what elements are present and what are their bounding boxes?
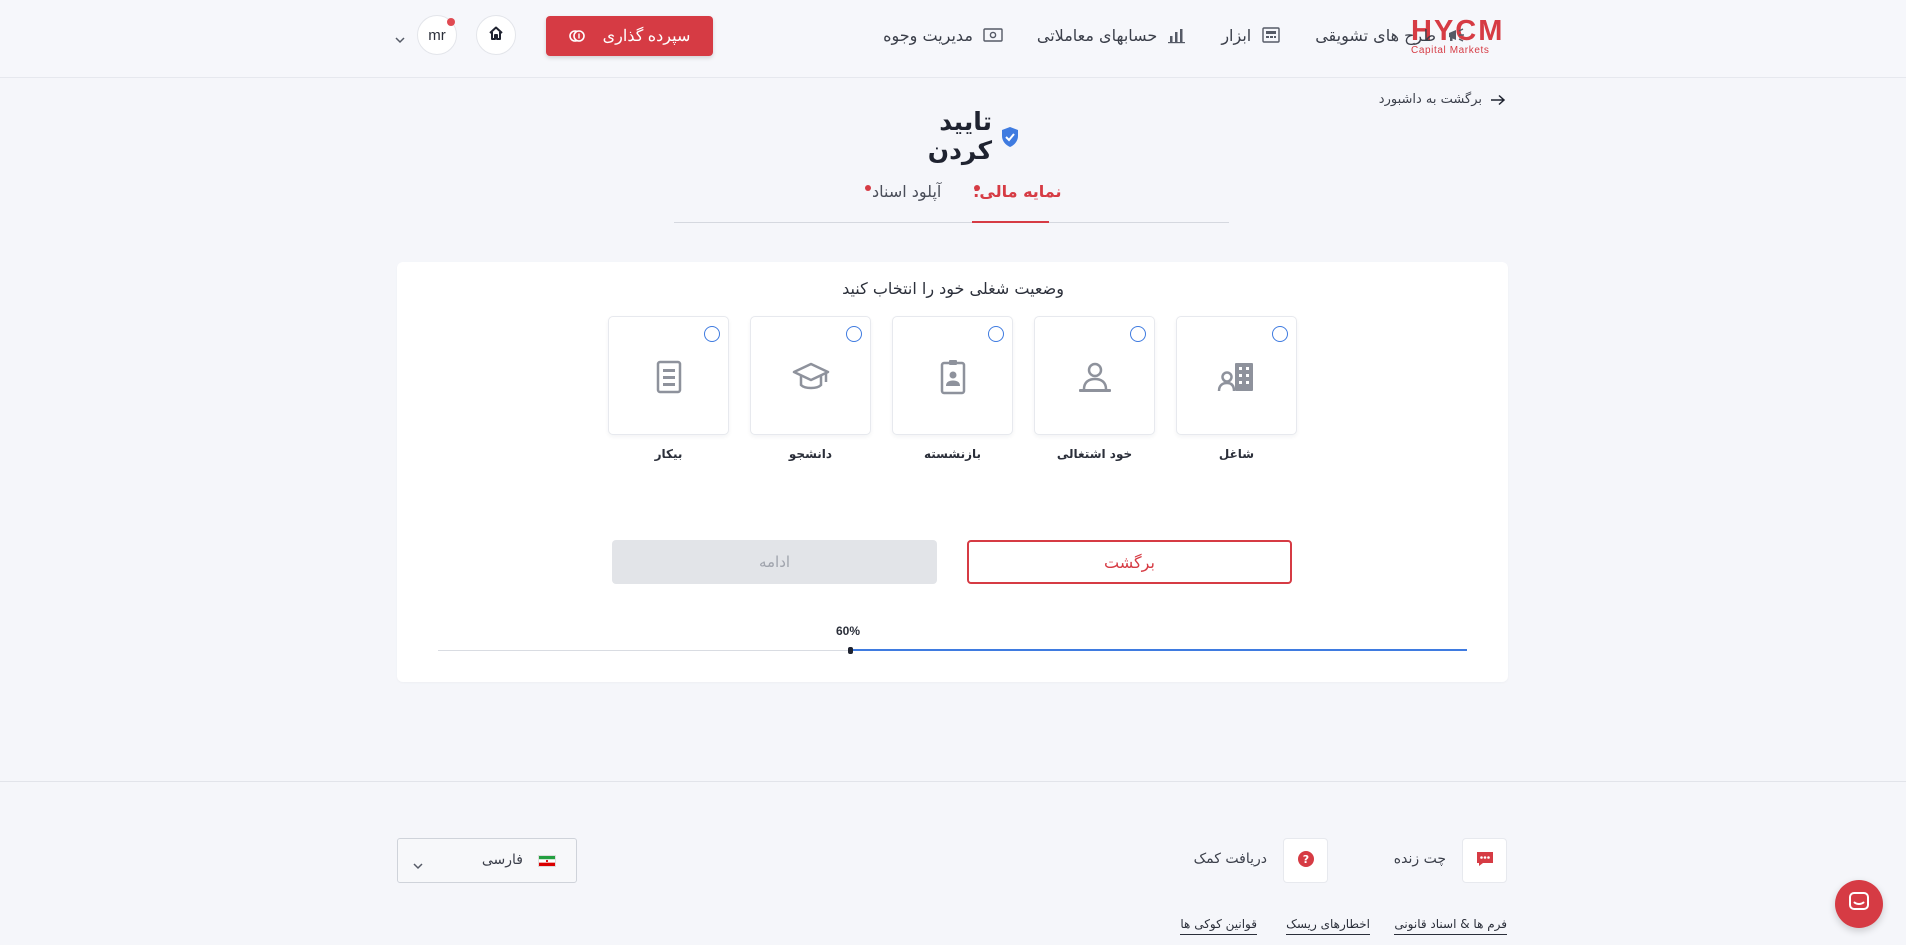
back-to-dashboard-link[interactable]: برگشت به داشبورد <box>1379 92 1506 107</box>
option-label: خود اشتغالی <box>1056 447 1133 461</box>
tab-required-dot <box>865 185 871 191</box>
option-student[interactable] <box>750 316 871 435</box>
radio-button[interactable] <box>704 326 720 342</box>
arrow-right-icon <box>1490 94 1506 106</box>
chevron-down-icon <box>412 856 424 870</box>
continue-button[interactable]: ادامه <box>612 540 937 584</box>
option-label: بیکار <box>654 447 683 461</box>
tab-financial-profile[interactable]: نمایه مالی: <box>973 182 1062 201</box>
progress-label: 60% <box>836 624 861 638</box>
megaphone-icon <box>1446 26 1466 44</box>
footer-link-cookie-policy[interactable]: قوانین کوکی ها <box>1180 917 1257 935</box>
message-icon <box>1848 891 1870 917</box>
nav-item-funds[interactable]: مدیریت وجوه <box>883 26 1003 45</box>
iran-flag-icon <box>538 855 556 867</box>
question-heading: وضعیت شغلی خود را انتخاب کنید <box>842 279 1064 298</box>
id-badge-icon <box>933 357 973 397</box>
document-icon <box>649 357 689 397</box>
deposit-label: سپرده گذاری <box>602 28 691 45</box>
option-label: دانشجو <box>788 447 833 461</box>
user-at-desk-icon <box>1075 357 1115 397</box>
page-title: تایید کردن <box>880 107 1020 165</box>
chat-bubble-icon <box>1475 850 1495 872</box>
shield-check-icon <box>1000 125 1020 147</box>
messenger-launcher-button[interactable] <box>1835 880 1883 928</box>
graduation-cap-icon <box>791 357 831 397</box>
money-icon <box>983 26 1003 44</box>
radio-button[interactable] <box>1272 326 1288 342</box>
get-help-button[interactable]: ? <box>1283 838 1328 883</box>
tab-active-indicator <box>972 221 1049 223</box>
notification-dot <box>447 18 455 26</box>
footer-link-legal-documents[interactable]: فرم ها & اسناد قانونی <box>1394 917 1507 935</box>
tab-required-dot <box>974 185 980 191</box>
help-question-icon: ? <box>1297 850 1315 872</box>
option-self-employed[interactable] <box>1034 316 1155 435</box>
nav-item-tools[interactable]: ابزار <box>1221 26 1281 45</box>
coins-icon <box>568 28 585 44</box>
tabs-divider <box>674 222 1229 223</box>
progress-thumb <box>848 647 853 654</box>
radio-button[interactable] <box>988 326 1004 342</box>
home-button[interactable] <box>476 15 516 55</box>
get-help-label[interactable]: دریافت کمک <box>1194 851 1267 867</box>
nav-item-promotions[interactable]: طرح های تشویقی <box>1315 26 1466 45</box>
live-chat-button[interactable] <box>1462 838 1507 883</box>
radio-button[interactable] <box>1130 326 1146 342</box>
main-nav: مدیریت وجوه حسابهای معاملاتی ابزار طرح ه… <box>849 0 1466 70</box>
language-select[interactable]: فارسی <box>397 838 577 883</box>
back-button[interactable]: برگشت <box>967 540 1292 584</box>
language-selected: فارسی <box>481 852 523 868</box>
nav-label-tools: ابزار <box>1221 25 1252 45</box>
footer-link-risk-warnings[interactable]: اخطارهای ریسک <box>1286 917 1370 935</box>
nav-label-funds: مدیریت وجوه <box>883 25 973 45</box>
chevron-down-icon[interactable] <box>394 30 406 44</box>
option-retired[interactable] <box>892 316 1013 435</box>
calculator-icon <box>1261 26 1281 44</box>
nav-label-promotions: طرح های تشویقی <box>1315 25 1436 45</box>
option-employed[interactable] <box>1176 316 1297 435</box>
radio-button[interactable] <box>846 326 862 342</box>
footer-divider <box>0 781 1906 782</box>
tab-upload-documents[interactable]: آپلود اسناد <box>872 182 941 201</box>
progress-fill <box>850 649 1467 651</box>
deposit-button[interactable]: سپرده گذاری <box>546 16 713 56</box>
bar-chart-icon <box>1167 26 1187 44</box>
nav-label-trading-accounts: حسابهای معاملاتی <box>1036 25 1158 45</box>
home-icon <box>488 25 504 45</box>
option-label: بازنشسته <box>923 447 982 461</box>
page-title-text: تایید کردن <box>927 107 992 165</box>
office-building-user-icon <box>1217 357 1257 397</box>
option-label: شاغل <box>1218 447 1255 461</box>
live-chat-label[interactable]: چت زنده <box>1394 851 1446 867</box>
back-link-label: برگشت به داشبورد <box>1378 92 1482 107</box>
svg-text:?: ? <box>1302 853 1308 866</box>
nav-item-trading-accounts[interactable]: حسابهای معاملاتی <box>1037 26 1187 45</box>
option-unemployed[interactable] <box>608 316 729 435</box>
